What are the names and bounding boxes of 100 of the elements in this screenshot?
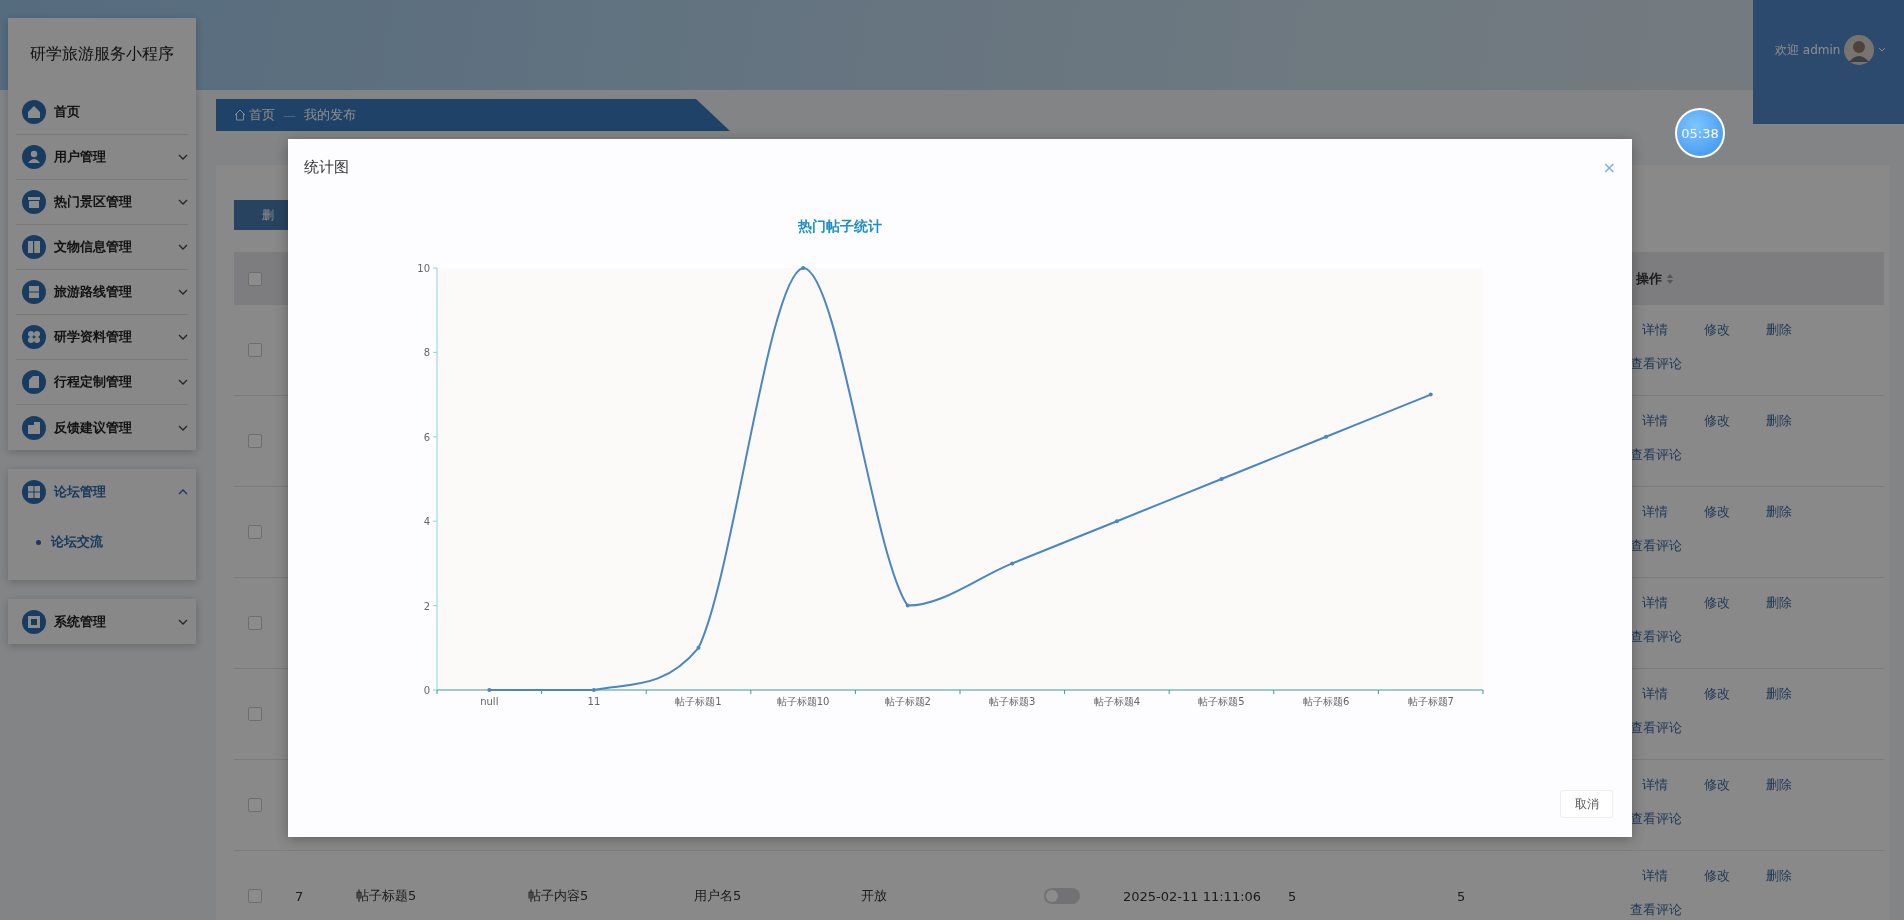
avatar-icon[interactable] <box>1844 35 1875 65</box>
checkbox[interactable] <box>248 525 262 539</box>
axis-label: 帖子标题1 <box>675 696 722 707</box>
checkbox[interactable] <box>248 434 262 448</box>
breadcrumb-current: 我的发布 <box>304 106 356 124</box>
checkbox[interactable] <box>248 798 262 812</box>
document-icon <box>22 370 46 394</box>
data-point <box>696 645 701 650</box>
welcome-text: 欢迎 admin <box>1775 42 1841 59</box>
action-link[interactable]: 删除 <box>1766 685 1792 703</box>
action-link[interactable]: 删除 <box>1766 867 1792 885</box>
breadcrumb-separator: — <box>283 107 296 123</box>
data-point <box>1010 561 1015 566</box>
house-icon <box>22 100 46 124</box>
axis-label: 6 <box>423 431 430 443</box>
data-point <box>905 603 910 608</box>
menu-item[interactable]: 反馈建议管理 <box>16 405 188 450</box>
menu-item[interactable]: 用户管理 <box>16 135 188 180</box>
timer-badge: 05:38 <box>1675 108 1725 158</box>
axis-label: 帖子标题10 <box>776 696 830 707</box>
data-point <box>591 688 596 692</box>
action-link[interactable]: 删除 <box>1766 594 1792 612</box>
chart-title: 热门帖子统计 <box>798 218 882 234</box>
table-cell-text: 2025-02-11 11:11:06 <box>1122 888 1263 904</box>
axis-label: 帖子标题4 <box>1093 696 1141 707</box>
checkbox[interactable] <box>248 271 262 286</box>
close-button[interactable]: × <box>1602 157 1616 177</box>
action-link[interactable]: 删除 <box>1766 776 1792 794</box>
action-link[interactable]: 修改 <box>1704 594 1730 612</box>
menu-item[interactable]: 行程定制管理 <box>16 360 188 405</box>
axis-label: 4 <box>423 516 430 528</box>
data-point <box>1428 392 1433 397</box>
table-cell-text: 帖子内容5 <box>527 887 590 905</box>
axis-label: 帖子标题7 <box>1407 696 1454 707</box>
table-cell-text: 帖子标题5 <box>355 887 418 905</box>
axis-label: 帖子标题3 <box>989 696 1036 707</box>
flower-icon <box>22 325 46 349</box>
data-point <box>801 266 806 270</box>
table-cell-text: 5 <box>1287 888 1298 904</box>
action-link[interactable]: 修改 <box>1704 776 1730 794</box>
axis-label: 8 <box>423 347 430 359</box>
person-icon <box>22 145 46 169</box>
action-link[interactable]: 详情 <box>1642 503 1668 521</box>
data-point <box>1324 434 1329 439</box>
action-link[interactable]: 详情 <box>1642 594 1668 612</box>
action-link[interactable]: 修改 <box>1704 412 1730 430</box>
axis-label: 10 <box>417 263 430 274</box>
menu-item[interactable]: 系统管理 <box>16 599 188 644</box>
menu-item[interactable]: 首页 <box>16 90 188 135</box>
bullet-icon <box>36 539 41 545</box>
checkbox[interactable] <box>248 343 262 357</box>
axis-label: 11 <box>587 696 601 707</box>
data-point <box>1114 519 1119 524</box>
axis-label: 帖子标题6 <box>1302 696 1350 707</box>
checkbox[interactable] <box>248 889 262 903</box>
table-cell-text: 用户名5 <box>693 887 743 905</box>
grid-icon <box>22 479 46 504</box>
menu-item[interactable]: 论坛管理 <box>16 469 188 514</box>
toggle-switch[interactable] <box>1044 888 1080 904</box>
caret-icon[interactable] <box>1878 47 1887 52</box>
axis-label: null <box>480 696 499 707</box>
submenu-item[interactable]: 论坛交流 <box>16 522 188 562</box>
action-link[interactable]: 详情 <box>1642 685 1668 703</box>
axis-label: 0 <box>423 685 430 696</box>
data-point <box>1219 477 1224 481</box>
checkbox[interactable] <box>248 707 262 721</box>
cancel-button[interactable]: 取消 <box>1560 790 1613 818</box>
drawer-icon <box>22 280 46 304</box>
action-link[interactable]: 详情 <box>1642 776 1668 794</box>
box-icon <box>22 190 46 214</box>
sidebar-title: 研学旅游服务小程序 <box>29 42 175 65</box>
axis-label: 帖子标题5 <box>1198 696 1245 707</box>
menu-item[interactable]: 旅游路线管理 <box>16 270 188 315</box>
breadcrumb-link[interactable]: 首页 <box>234 106 275 124</box>
checkbox[interactable] <box>248 616 262 630</box>
action-link[interactable]: 删除 <box>1766 503 1792 521</box>
dialog-title: 统计图 <box>304 157 349 177</box>
home-icon <box>234 109 246 121</box>
building-icon <box>22 415 46 440</box>
table-cell-text: 5 <box>1456 888 1467 904</box>
action-link[interactable]: 详情 <box>1642 867 1668 885</box>
menu-item[interactable]: 研学资料管理 <box>16 315 188 360</box>
table-cell-text: 7 <box>294 888 305 904</box>
menu-item[interactable]: 文物信息管理 <box>16 225 188 270</box>
data-point <box>487 688 492 692</box>
action-link[interactable]: 修改 <box>1704 867 1730 885</box>
action-link[interactable]: 修改 <box>1704 503 1730 521</box>
axis-label: 2 <box>423 600 430 612</box>
action-link[interactable]: 删除 <box>1766 321 1792 339</box>
table-cell-text: 开放 <box>860 887 888 905</box>
action-link[interactable]: 详情 <box>1642 412 1668 430</box>
action-link[interactable]: 详情 <box>1642 321 1668 339</box>
action-link[interactable]: 删除 <box>1766 412 1792 430</box>
action-link[interactable]: 修改 <box>1704 685 1730 703</box>
sort-icon[interactable] <box>1666 272 1674 285</box>
book-icon <box>22 235 46 259</box>
axis-label: 帖子标题2 <box>884 696 931 707</box>
action-link[interactable]: 查看评论 <box>1630 901 1682 919</box>
action-link[interactable]: 修改 <box>1704 321 1730 339</box>
menu-item[interactable]: 热门景区管理 <box>16 180 188 225</box>
